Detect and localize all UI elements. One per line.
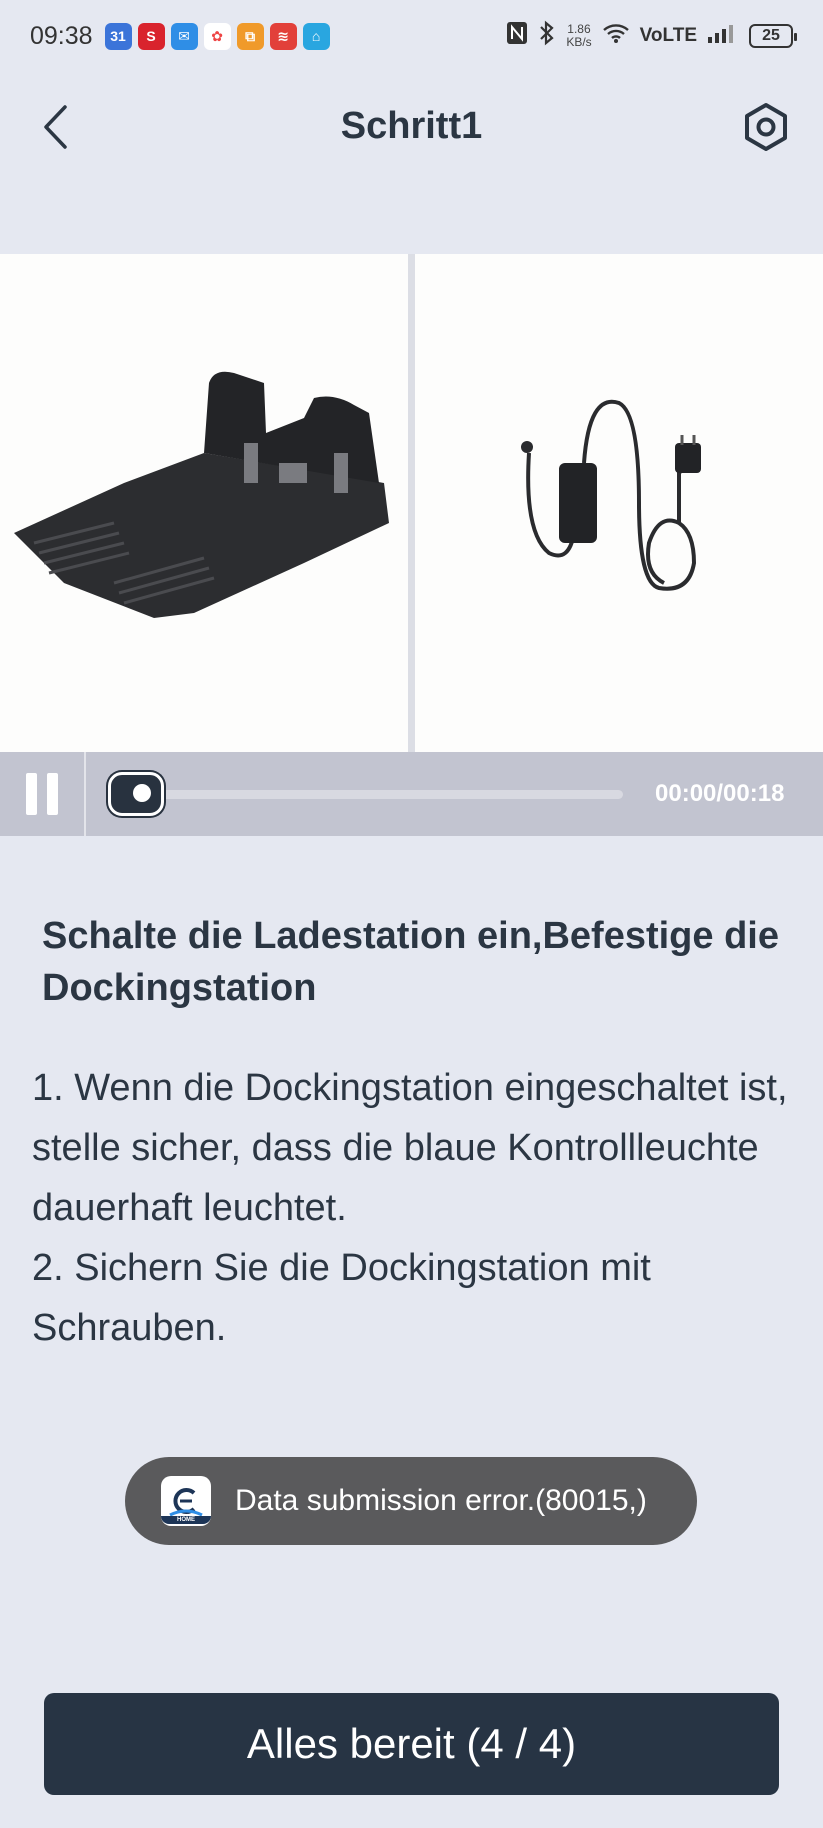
pause-icon-bar-left — [26, 773, 37, 815]
bluetooth-icon — [538, 20, 556, 52]
battery-indicator: 25 — [749, 24, 797, 48]
back-button[interactable] — [30, 100, 80, 154]
status-time: 09:38 — [30, 21, 93, 50]
time-readout: 00:00/00:18 — [655, 780, 785, 807]
all-ready-button[interactable]: Alles bereit (4 / 4) — [44, 1693, 779, 1795]
net-speed-value: 1.86 — [567, 22, 591, 36]
link-app-icon: ⧉ — [236, 22, 264, 50]
video-frame[interactable] — [0, 254, 823, 752]
toast-message: Data submission error.(80015,) — [235, 1484, 647, 1517]
dock-base-image — [0, 254, 408, 752]
calendar-app-icon: 31 — [104, 22, 132, 50]
progress-slider[interactable] — [86, 752, 651, 836]
net-speed-unit: KB/s — [566, 35, 592, 49]
photos-app-icon: ✿ — [203, 22, 231, 50]
video-controls: 00:00/00:18 — [0, 752, 823, 836]
battery-level: 25 — [762, 27, 780, 44]
status-right: 1.86 KB/s VoLTE 25 — [506, 20, 797, 52]
signal-icon — [707, 22, 739, 50]
nfc-icon — [506, 21, 528, 51]
progress-track — [116, 790, 623, 799]
panel-divider — [408, 254, 415, 752]
step-instructions: 1. Wenn die Dockingstation eingeschaltet… — [32, 1058, 792, 1358]
app-screen: 09:38 31 S ✉ ✿ ⧉ ≋ ⌂ 1.86 KB/s VoLTE 25 … — [0, 0, 823, 1828]
red-app-icon: ≋ — [269, 22, 297, 50]
instruction-line-2: 2. Sichern Sie die Dockingstation mit Sc… — [32, 1247, 651, 1349]
pause-icon-bar-right — [47, 773, 58, 815]
wifi-icon — [602, 22, 630, 50]
power-adapter-image — [415, 254, 823, 752]
ecovacs-home-app-icon: HOME — [161, 1476, 211, 1526]
network-label: VoLTE — [639, 25, 697, 46]
video-player: 00:00/00:18 — [0, 254, 823, 836]
chevron-left-icon — [44, 105, 67, 149]
s-app-icon: S — [137, 22, 165, 50]
home-app-icon: ⌂ — [302, 22, 330, 50]
mail-app-icon: ✉ — [170, 22, 198, 50]
pause-button[interactable] — [0, 752, 86, 836]
header: Schritt1 — [0, 72, 823, 180]
net-speed: 1.86 KB/s — [566, 23, 591, 49]
toast-app-icon-label: HOME — [161, 1516, 211, 1524]
calendar-day: 31 — [110, 28, 126, 44]
instruction-line-1: 1. Wenn die Dockingstation eingeschaltet… — [32, 1067, 788, 1229]
step-heading: Schalte die Ladestation ein,Befestige di… — [42, 915, 779, 1009]
progress-thumb[interactable] — [108, 772, 164, 816]
error-toast: HOME Data submission error.(80015,) — [125, 1457, 697, 1545]
hex-settings-icon — [745, 103, 787, 151]
page-title: Schritt1 — [340, 104, 483, 147]
settings-button[interactable] — [739, 100, 793, 154]
status-bar: 09:38 31 S ✉ ✿ ⧉ ≋ ⌂ 1.86 KB/s VoLTE 25 — [0, 0, 823, 72]
notification-icons: 31 S ✉ ✿ ⧉ ≋ ⌂ — [104, 22, 330, 50]
